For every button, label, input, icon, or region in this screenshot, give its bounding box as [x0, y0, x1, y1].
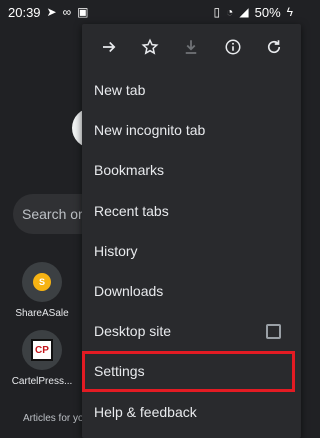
- page-info-button[interactable]: [218, 32, 248, 62]
- forward-icon: [102, 41, 116, 53]
- status-bar-left: 20:39 ➤ ∞ ▣: [8, 5, 89, 20]
- battery-level: 50%: [254, 4, 281, 20]
- desktop-site-checkbox[interactable]: [266, 323, 281, 339]
- vibrate-icon: ▯: [213, 5, 221, 19]
- menu-item-label: New incognito tab: [94, 122, 206, 139]
- menu-item-settings[interactable]: Settings: [82, 351, 295, 392]
- bookmark-star-icon: [141, 38, 159, 55]
- shareasale-logo-icon: S: [33, 273, 51, 291]
- shortcut-tile-cartelpress[interactable]: CP CartelPress...: [7, 330, 77, 387]
- telegram-icon: ➤: [46, 5, 57, 19]
- menu-item-recent-tabs[interactable]: Recent tabs: [82, 191, 301, 231]
- status-bar: 20:39 ➤ ∞ ▣ ▯ ◔ ◢ 50% ϟ: [0, 0, 301, 24]
- menu-items: New tab New incognito tab Bookmarks Rece…: [82, 70, 301, 432]
- voicemail-icon: ∞: [62, 5, 72, 19]
- menu-item-label: Settings: [94, 363, 145, 380]
- refresh-icon: [268, 40, 281, 54]
- shortcut-tile-label: CartelPress...: [11, 376, 73, 387]
- menu-item-label: History: [94, 242, 138, 259]
- info-icon: [225, 39, 241, 55]
- download-button[interactable]: [176, 32, 206, 62]
- menu-item-new-tab[interactable]: New tab: [82, 70, 301, 110]
- menu-item-history[interactable]: History: [82, 231, 301, 271]
- menu-item-bookmarks[interactable]: Bookmarks: [82, 150, 301, 190]
- status-bar-right: ▯ ◔ ◢ 50% ϟ: [214, 5, 293, 20]
- shortcut-tile-icon: CP: [22, 330, 62, 370]
- forward-button[interactable]: [94, 32, 124, 62]
- shortcut-tile-shareasale[interactable]: S ShareASale: [7, 262, 77, 319]
- shortcut-tile-label: ShareASale: [15, 308, 69, 319]
- signal-icon: ◢: [239, 5, 249, 19]
- search-placeholder: Search or: [22, 206, 83, 222]
- gallery-icon: ▣: [77, 5, 89, 19]
- refresh-button[interactable]: [259, 32, 289, 62]
- menu-item-label: Downloads: [94, 283, 164, 300]
- menu-item-label: Help & feedback: [94, 403, 197, 420]
- shortcut-tile-icon: S: [22, 262, 62, 302]
- overflow-menu: New tab New incognito tab Bookmarks Rece…: [82, 24, 301, 438]
- menu-item-label: New tab: [94, 82, 146, 99]
- menu-item-label: Bookmarks: [94, 162, 165, 179]
- menu-item-downloads[interactable]: Downloads: [82, 271, 301, 311]
- menu-item-help-feedback[interactable]: Help & feedback: [82, 392, 301, 432]
- menu-item-new-incognito-tab[interactable]: New incognito tab: [82, 110, 301, 150]
- wifi-icon: ◔: [226, 5, 234, 19]
- charging-icon: ϟ: [286, 5, 293, 19]
- status-time: 20:39: [8, 4, 41, 20]
- cartelpress-logo-icon: CP: [31, 339, 53, 361]
- menu-item-label: Desktop site: [94, 323, 172, 340]
- menu-item-label: Recent tabs: [94, 202, 169, 219]
- menu-item-desktop-site[interactable]: Desktop site: [82, 311, 301, 351]
- download-icon: [186, 40, 197, 54]
- articles-heading: Articles for yo: [23, 413, 84, 424]
- menu-toolbar: [82, 24, 301, 70]
- bookmark-button[interactable]: [135, 32, 165, 62]
